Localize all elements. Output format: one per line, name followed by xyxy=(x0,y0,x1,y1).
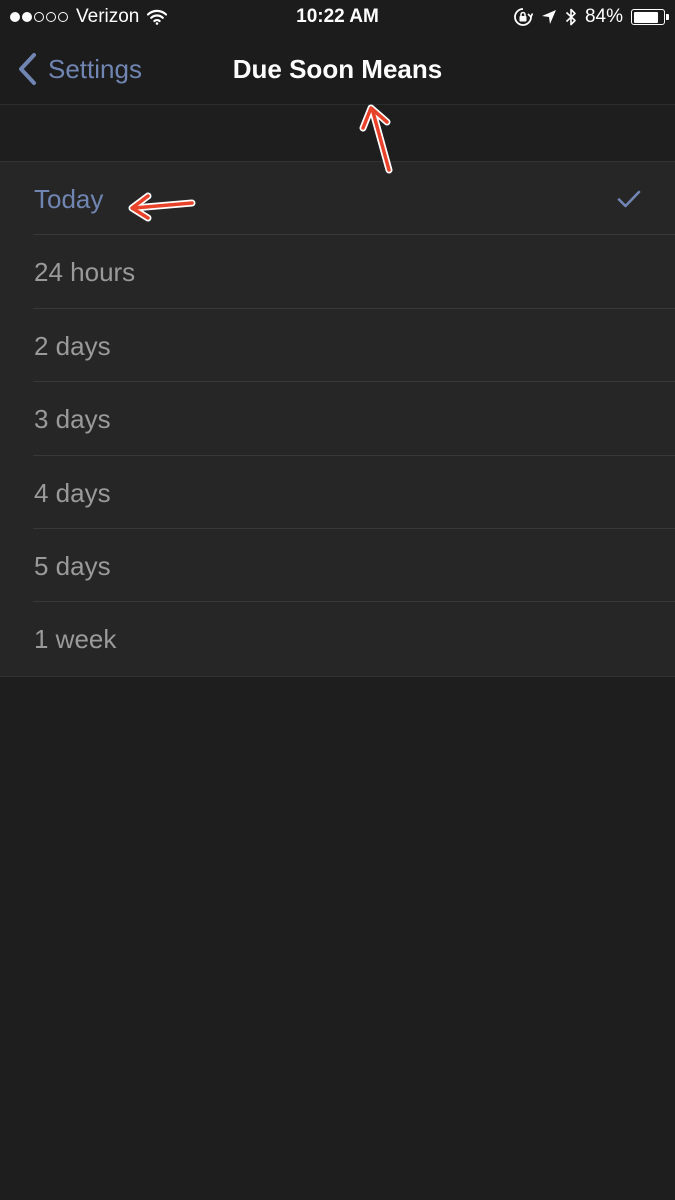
option-label: 4 days xyxy=(34,477,111,508)
option-5-days[interactable]: 5 days xyxy=(0,529,675,603)
screen: Verizon 10:22 AM 84% Settings Due Soon M… xyxy=(0,0,675,1200)
option-label: 3 days xyxy=(34,404,111,435)
status-bar-right: 84% xyxy=(505,6,669,28)
option-today[interactable]: Today xyxy=(0,162,675,236)
status-bar: Verizon 10:22 AM 84% xyxy=(0,0,675,34)
option-label: 24 hours xyxy=(34,257,136,288)
navigation-bar: Settings Due Soon Means xyxy=(0,34,675,105)
option-3-days[interactable]: 3 days xyxy=(0,382,675,456)
location-icon xyxy=(541,10,556,24)
option-label: Today xyxy=(34,184,104,214)
battery-tip xyxy=(666,14,669,20)
option-label: 2 days xyxy=(34,330,111,361)
checkmark-icon xyxy=(617,190,641,208)
battery-percent: 84% xyxy=(584,6,623,27)
option-1-week[interactable]: 1 week xyxy=(0,602,675,675)
rotation-lock-icon xyxy=(514,8,533,26)
page-title: Due Soon Means xyxy=(232,54,443,84)
bluetooth-icon xyxy=(565,8,576,26)
option-label: 1 week xyxy=(34,624,117,655)
options-list: Today 24 hours 2 days 3 days 4 days 5 da… xyxy=(0,161,675,677)
battery-icon xyxy=(631,9,669,25)
option-4-days[interactable]: 4 days xyxy=(0,456,675,529)
option-24-hours[interactable]: 24 hours xyxy=(0,235,675,309)
option-2-days[interactable]: 2 days xyxy=(0,309,675,383)
section-header-spacer xyxy=(0,105,675,161)
battery-level-fill xyxy=(633,11,658,23)
option-label: 5 days xyxy=(34,550,111,581)
